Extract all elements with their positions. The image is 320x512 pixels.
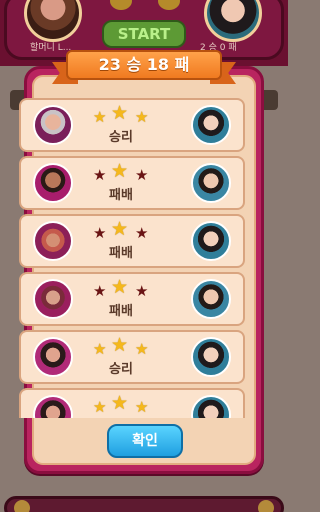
bottom-bar <box>4 496 284 512</box>
gold-star-icon: ★ <box>93 108 107 126</box>
opponent-avatar-woman <box>191 221 231 261</box>
match-result: 패배 <box>109 246 133 261</box>
gold-star-icon: ★ <box>111 160 129 182</box>
dark-star-icon: ★ <box>135 166 149 184</box>
start-button: START <box>102 20 186 48</box>
match-row: ★ ★ ★ 패배 <box>19 214 245 268</box>
star-rating: ★ ★ ★ <box>91 276 151 300</box>
gold-star-icon: ★ <box>111 392 129 414</box>
bottom-coin-icon <box>14 500 30 512</box>
player-avatar-cowboy <box>33 221 73 261</box>
match-row: ★ ★ ★ 패배 <box>19 272 245 326</box>
star-rating: ★ ★ ★ <box>91 392 151 416</box>
star-rating: ★ ★ ★ <box>91 160 151 184</box>
gold-star-icon: ★ <box>135 398 149 416</box>
opponent-avatar-man <box>191 163 231 203</box>
star-rating: ★ ★ ★ <box>91 334 151 358</box>
player-avatar-woman-cap <box>33 279 73 319</box>
match-result: 승리 <box>109 362 133 377</box>
player-avatar-woman <box>33 337 73 377</box>
star-rating: ★ ★ ★ <box>91 102 151 126</box>
gold-star-icon: ★ <box>111 276 129 298</box>
gold-star-icon: ★ <box>135 108 149 126</box>
player-avatar-man <box>33 163 73 203</box>
dark-star-icon: ★ <box>93 282 107 300</box>
opponent-avatar-woman <box>191 395 231 418</box>
match-result: 승리 <box>109 130 133 145</box>
player-avatar-old-woman <box>33 105 73 145</box>
gold-star-icon: ★ <box>93 340 107 358</box>
opponent-avatar-woman <box>191 105 231 145</box>
dark-star-icon: ★ <box>93 166 107 184</box>
star-rating: ★ ★ ★ <box>91 218 151 242</box>
dark-star-icon: ★ <box>135 282 149 300</box>
gold-star-icon: ★ <box>111 218 129 240</box>
match-row: ★ ★ ★ 승리 <box>19 98 245 152</box>
match-row: ★ ★ ★ <box>19 388 245 418</box>
match-row: ★ ★ ★ 패배 <box>19 156 245 210</box>
gold-star-icon: ★ <box>111 102 129 124</box>
bottom-coin-icon <box>258 500 274 512</box>
record-title: 23 승 18 패 <box>66 50 222 80</box>
opponent-avatar-woman <box>191 337 231 377</box>
gold-star-icon: ★ <box>135 340 149 358</box>
confirm-button[interactable]: 확인 <box>107 424 183 458</box>
dark-star-icon: ★ <box>93 224 107 242</box>
player-avatar-woman <box>33 395 73 418</box>
opponent-avatar-man <box>191 279 231 319</box>
match-result: 패배 <box>109 188 133 203</box>
title-ribbon: 23 승 18 패 <box>52 48 236 84</box>
match-result: 패배 <box>109 304 133 319</box>
match-row: ★ ★ ★ 승리 <box>19 330 245 384</box>
gold-star-icon: ★ <box>93 398 107 416</box>
gold-star-icon: ★ <box>111 334 129 356</box>
dark-star-icon: ★ <box>135 224 149 242</box>
match-history-list[interactable]: ★ ★ ★ 승리 ★ ★ ★ 패배 ★ ★ ★ 패배 ★ ★ ★ 패배 ★ ★ ★ 승리 ★ ★ ★ <box>19 98 247 418</box>
